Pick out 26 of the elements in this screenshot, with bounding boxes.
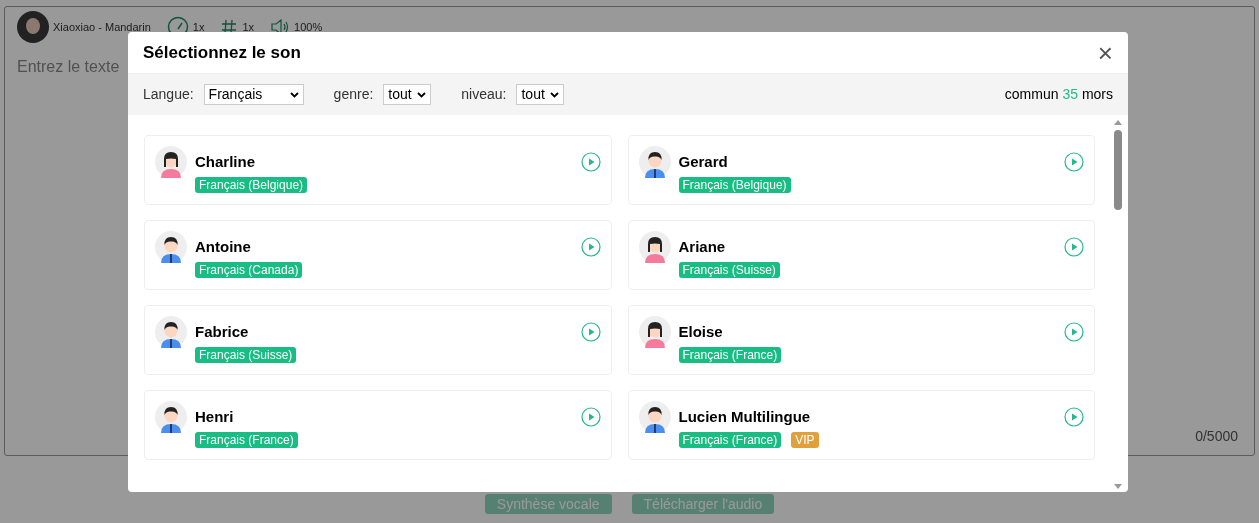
language-tag: Français (Suisse) (195, 347, 297, 363)
voice-name: Henri (195, 408, 235, 426)
filter-label: Langue: (143, 85, 194, 104)
voice-name: Fabrice (195, 323, 250, 341)
language-tag: Français (France) (195, 432, 298, 448)
language-tag: Français (Canada) (195, 262, 303, 278)
filter-label: niveau: (461, 85, 507, 104)
language-tag: Français (France) (678, 347, 782, 363)
voice-name: Lucien Multilingue (678, 408, 812, 426)
filter-label: genre: (333, 85, 374, 104)
voice-name: Charline (195, 153, 256, 171)
language-tag: Français (France) (678, 432, 782, 448)
voice-name: Ariane (678, 238, 727, 256)
character-counter: 0/5000 (1195, 427, 1238, 446)
language-tag: Français (Suisse) (678, 262, 780, 278)
voice-name: Gerard (678, 153, 729, 171)
volume-value: 100% (294, 19, 323, 35)
vip-badge: VIP (791, 432, 819, 448)
voice-count: commun 35 mors (1004, 85, 1113, 104)
language-tag: Français (Belgique) (678, 177, 791, 193)
voice-name: Eloise (678, 323, 724, 341)
voice-name: Antoine (195, 238, 252, 256)
dialog-title: Sélectionnez le son (143, 41, 301, 64)
speed-value: 1x (192, 19, 205, 35)
language-tag: Français (Belgique) (195, 177, 308, 193)
pitch-value: 1x (242, 19, 255, 35)
